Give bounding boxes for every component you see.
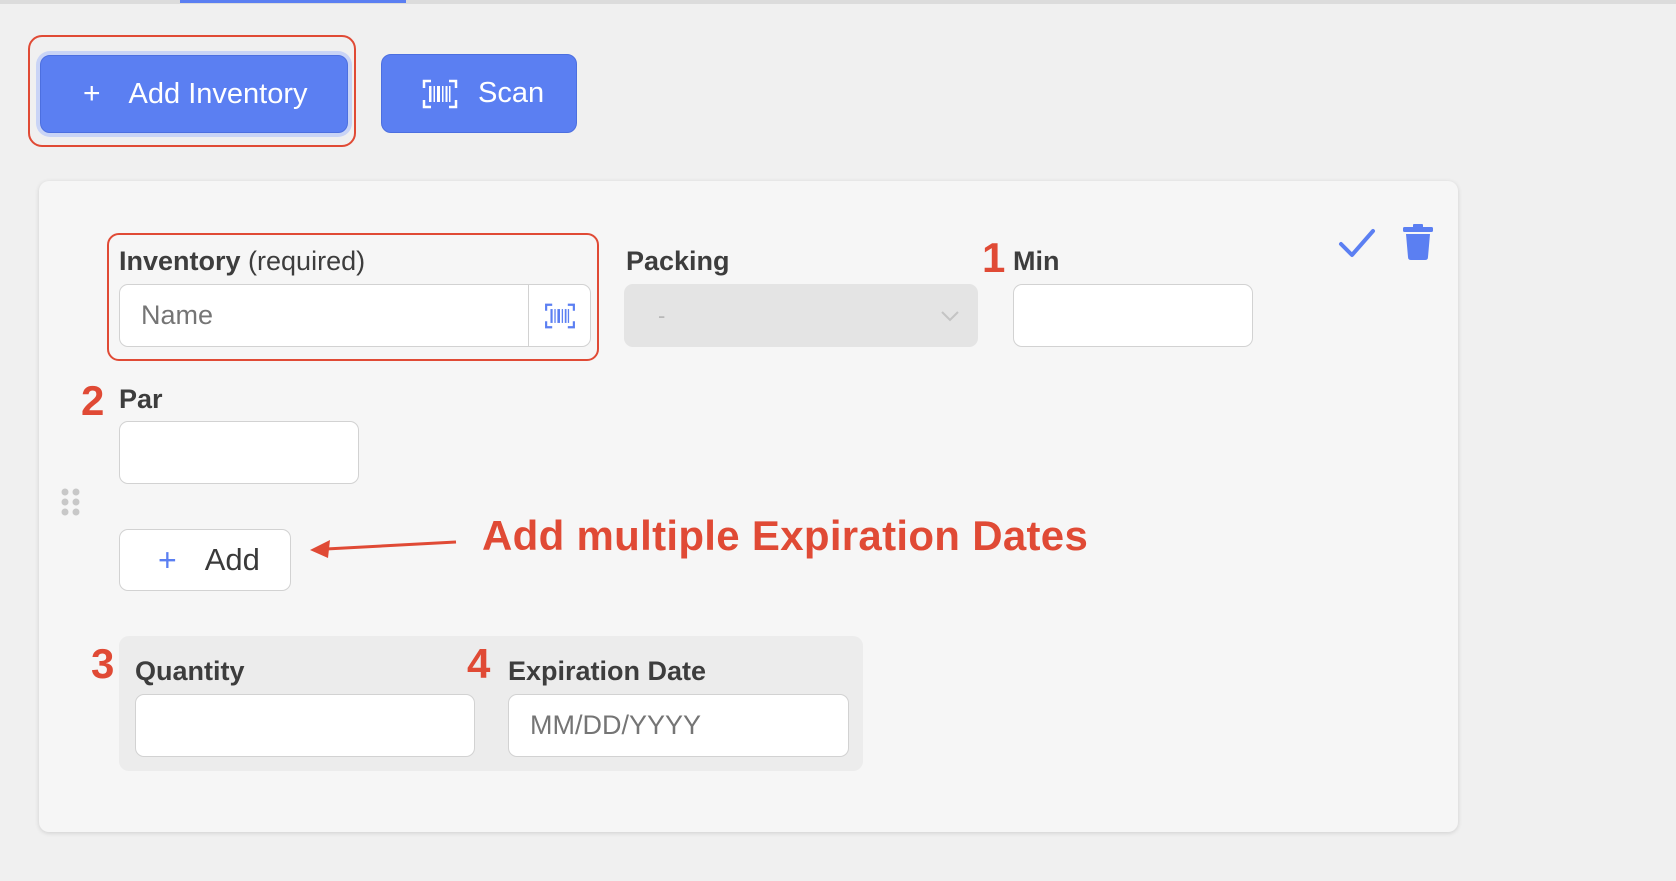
annotation-number-3: 3 — [91, 640, 115, 687]
expiration-date-input[interactable] — [508, 694, 849, 757]
annotation-number-4: 4 — [467, 640, 491, 687]
min-label: Min — [1013, 246, 1060, 276]
annotation-number-1: 1 — [982, 234, 1006, 281]
expiration-date-label: Expiration Date — [508, 656, 707, 686]
par-input[interactable] — [119, 421, 359, 484]
annotation-number-2: 2 — [81, 377, 105, 424]
active-tab-indicator — [180, 0, 406, 3]
check-icon[interactable] — [1338, 226, 1376, 260]
add-label: Add — [204, 542, 260, 577]
chevron-down-icon — [941, 310, 959, 321]
annotation-outline-inventory — [107, 233, 599, 361]
quantity-label: Quantity — [135, 656, 245, 686]
min-input[interactable] — [1013, 284, 1253, 347]
par-label: Par — [119, 384, 163, 414]
scan-label: Scan — [478, 77, 545, 109]
packing-value: - — [658, 302, 666, 328]
annotation-outline-add-inventory — [28, 35, 356, 147]
add-expiration-button[interactable]: + Add — [119, 529, 291, 591]
annotation-arrow — [310, 540, 457, 558]
barcode-scan-icon — [422, 79, 458, 108]
scan-button[interactable]: Scan — [381, 54, 577, 133]
packing-select[interactable]: - — [624, 284, 978, 347]
drag-handle-icon[interactable] — [60, 488, 82, 522]
trash-icon[interactable] — [1403, 224, 1433, 260]
annotation-callout: Add multiple Expiration Dates — [482, 512, 1089, 559]
plus-icon: + — [158, 541, 177, 578]
quantity-input[interactable] — [135, 694, 475, 757]
packing-label: Packing — [626, 246, 730, 276]
